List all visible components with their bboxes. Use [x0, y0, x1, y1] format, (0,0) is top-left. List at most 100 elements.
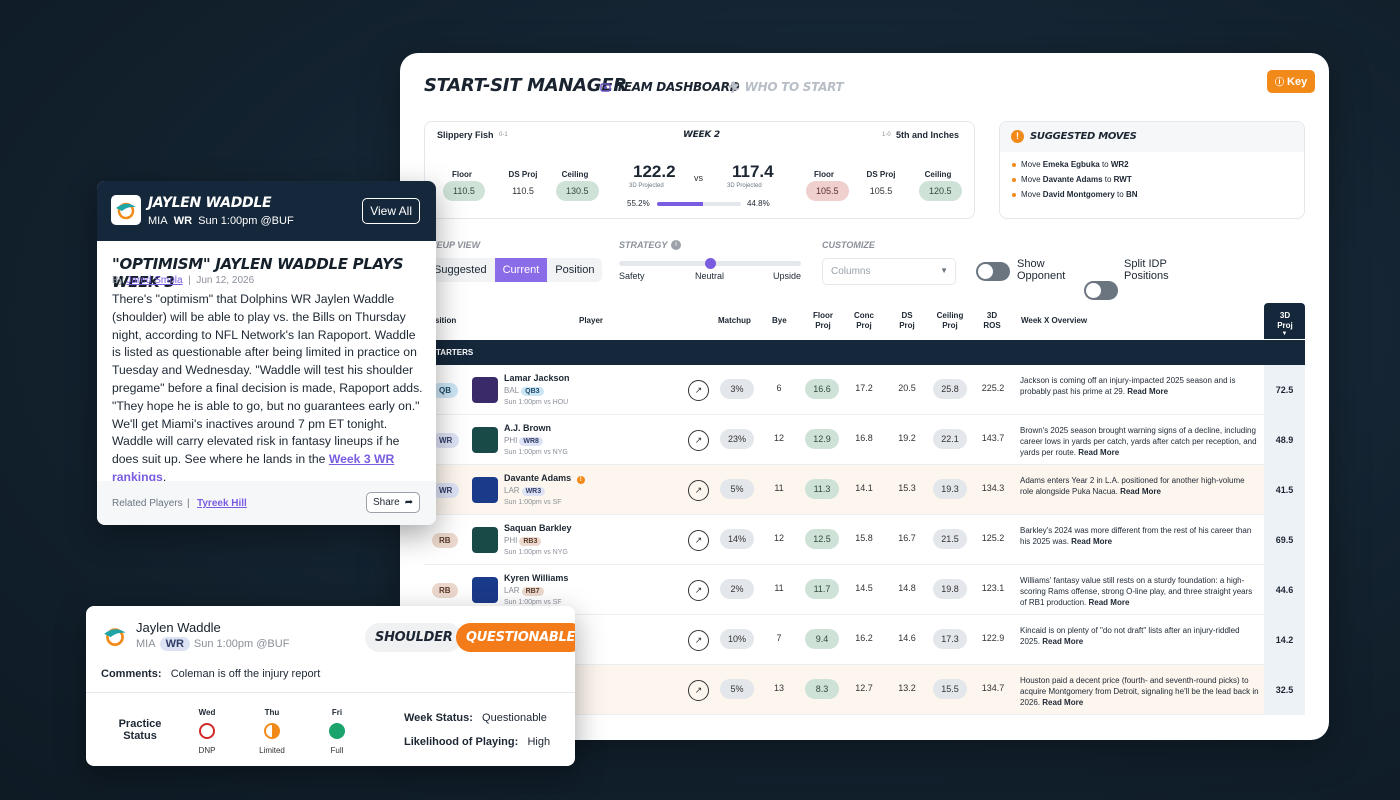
player-name[interactable]: Kyren Williams: [504, 573, 568, 583]
article-body: There's "optimism" that Dolphins WR Jayl…: [112, 291, 426, 487]
ds-proj-value: 13.2: [898, 683, 916, 693]
strategy-label: STRATEGY: [619, 240, 668, 250]
columns-select[interactable]: Columns ▼: [822, 258, 956, 285]
table-row[interactable]: WR Davante Adams ! LAR WR3 Sun 1:00pm vs SF ↗…: [424, 465, 1305, 515]
suggested-move-item[interactable]: Move David Montgomery to BN: [1012, 190, 1138, 199]
win-pct-left: 55.2%: [627, 199, 650, 208]
ros-value: 143.7: [981, 433, 1005, 443]
col-player[interactable]: Player: [579, 316, 603, 326]
article-footer: Related Players | Tyreek Hill Share ➦: [97, 481, 436, 525]
expand-icon[interactable]: ↗: [688, 580, 709, 601]
ds-proj-value: 16.7: [898, 533, 916, 543]
related-player-link[interactable]: Tyreek Hill: [197, 498, 247, 509]
strategy-option-neutral: Neutral: [695, 271, 725, 281]
bullet-icon: [1012, 177, 1016, 182]
read-more-link[interactable]: Read More: [1042, 698, 1083, 707]
show-opponent-toggle[interactable]: [976, 262, 1010, 281]
week-overview-text: Williams' fantasy value still rests on a…: [1020, 576, 1253, 607]
read-more-link[interactable]: Read More: [1078, 448, 1119, 457]
suggested-move-item[interactable]: Move Emeka Egbuka to WR2: [1012, 160, 1138, 169]
expand-icon[interactable]: ↗: [688, 680, 709, 701]
suggested-moves-card: ! SUGGESTED MOVES Move Emeka Egbuka to W…: [999, 121, 1305, 219]
ds-proj-label: DS Proj: [508, 170, 538, 179]
read-more-link[interactable]: Read More: [1089, 598, 1130, 607]
game-time: Sun 1:00pm vs HOU: [504, 399, 569, 406]
lineup-option-suggested[interactable]: Suggested: [426, 258, 495, 282]
day-label: Fri: [331, 708, 343, 717]
3d-proj-value: 44.6: [1264, 565, 1305, 615]
player-rank-badge: WR3: [521, 487, 546, 496]
expand-icon[interactable]: ↗: [688, 630, 709, 651]
divider: [86, 692, 575, 693]
share-icon: ➦: [404, 497, 414, 508]
strategy-option-safety: Safety: [619, 271, 645, 281]
week-label: WEEK 2: [683, 130, 720, 140]
suggested-move-item[interactable]: Move Davante Adams to RWT: [1012, 175, 1138, 184]
day-label: Thu: [264, 708, 280, 717]
bye-value: 13: [773, 683, 784, 693]
ceiling-proj-value: 25.8: [933, 379, 967, 399]
expand-icon[interactable]: ↗: [688, 380, 709, 401]
conc-proj-value: 14.1: [855, 483, 873, 493]
read-more-link[interactable]: Read More: [1071, 537, 1112, 546]
col-3d-proj[interactable]: 3D Proj ▼: [1264, 303, 1305, 339]
tab-who-to-start[interactable]: 🏃︎ WHO TO START: [726, 80, 844, 94]
matchup-value: 5%: [720, 479, 754, 499]
article-date: Jun 12, 2026: [196, 275, 255, 286]
game-time: Sun 1:00pm vs NYG: [504, 449, 568, 456]
sort-desc-icon: ▼: [1281, 331, 1288, 337]
game-time: Sun 1:00pm vs NYG: [504, 549, 568, 556]
view-all-button[interactable]: View All: [362, 198, 420, 224]
matchup-value: 23%: [720, 429, 754, 449]
share-button[interactable]: Share ➦: [366, 492, 421, 513]
player-team: PHI RB3: [504, 536, 542, 546]
strategy-slider-handle[interactable]: [705, 258, 716, 269]
table-row[interactable]: WR A.J. Brown PHI WR8 Sun 1:00pm vs NYG ↗ 23% 1…: [424, 415, 1305, 465]
author-link[interactable]: Jared Smola: [126, 275, 182, 286]
floor-proj-value: 12.5: [805, 529, 839, 549]
col-3d-ros[interactable]: 3D ROS: [980, 311, 1004, 331]
player-name[interactable]: Davante Adams !: [504, 473, 585, 484]
col-ds-proj[interactable]: DS Proj: [895, 311, 919, 331]
read-more-link[interactable]: Read More: [1120, 487, 1161, 496]
player-name[interactable]: A.J. Brown: [504, 423, 551, 433]
lineup-option-current[interactable]: Current: [494, 258, 548, 282]
ceiling-proj-value: 21.5: [933, 529, 967, 549]
3d-proj-value: 69.5: [1264, 515, 1305, 565]
table-row[interactable]: RB Saquan Barkley PHI RB3 Sun 1:00pm vs NYG ↗…: [424, 515, 1305, 565]
bye-value: 12: [773, 433, 784, 443]
read-more-link[interactable]: Read More: [1127, 387, 1168, 396]
read-more-link[interactable]: Read More: [1042, 637, 1083, 646]
3d-proj-value: 48.9: [1264, 415, 1305, 465]
dolphins-logo: [111, 195, 141, 225]
bullet-icon: [1012, 162, 1016, 167]
3d-proj-value: 41.5: [1264, 465, 1305, 515]
likelihood-row: Likelihood of Playing: High: [404, 736, 550, 748]
expand-icon[interactable]: ↗: [688, 430, 709, 451]
key-button[interactable]: ⓘ Key: [1267, 70, 1316, 93]
lineup-option-position[interactable]: Position: [547, 258, 602, 282]
split-idp-toggle[interactable]: [1084, 281, 1118, 300]
player-name[interactable]: Lamar Jackson: [504, 373, 570, 383]
col-conc-proj[interactable]: Conc Proj: [852, 311, 876, 331]
team-right-record: 1-0: [882, 132, 891, 138]
table-row[interactable]: QB Lamar Jackson BAL QB3 Sun 1:00pm vs HOU ↗ 3…: [424, 365, 1305, 415]
col-week-overview[interactable]: Week X Overview: [1021, 316, 1087, 326]
player-name[interactable]: Saquan Barkley: [504, 523, 572, 533]
col-matchup[interactable]: Matchup: [718, 316, 751, 326]
position: WR: [173, 215, 193, 227]
status-badge: QUESTIONABLE: [456, 623, 575, 652]
col-bye[interactable]: Bye: [772, 316, 787, 326]
floor-proj-value: 11.7: [805, 579, 839, 599]
projected-left: 122.2: [633, 162, 676, 181]
3d-proj-value: 14.2: [1264, 615, 1305, 665]
col-ceiling-proj[interactable]: Ceiling Proj: [935, 311, 965, 331]
info-icon[interactable]: i: [671, 240, 681, 250]
floor-label: Floor: [814, 170, 834, 179]
expand-icon[interactable]: ↗: [688, 480, 709, 501]
columns-placeholder: Columns: [831, 266, 871, 277]
player-team: PHI WR8: [504, 436, 543, 446]
expand-icon[interactable]: ↗: [688, 530, 709, 551]
tab-team-dashboard[interactable]: TEAM DASHBOARD: [600, 80, 740, 94]
col-floor-proj[interactable]: Floor Proj: [811, 311, 835, 331]
